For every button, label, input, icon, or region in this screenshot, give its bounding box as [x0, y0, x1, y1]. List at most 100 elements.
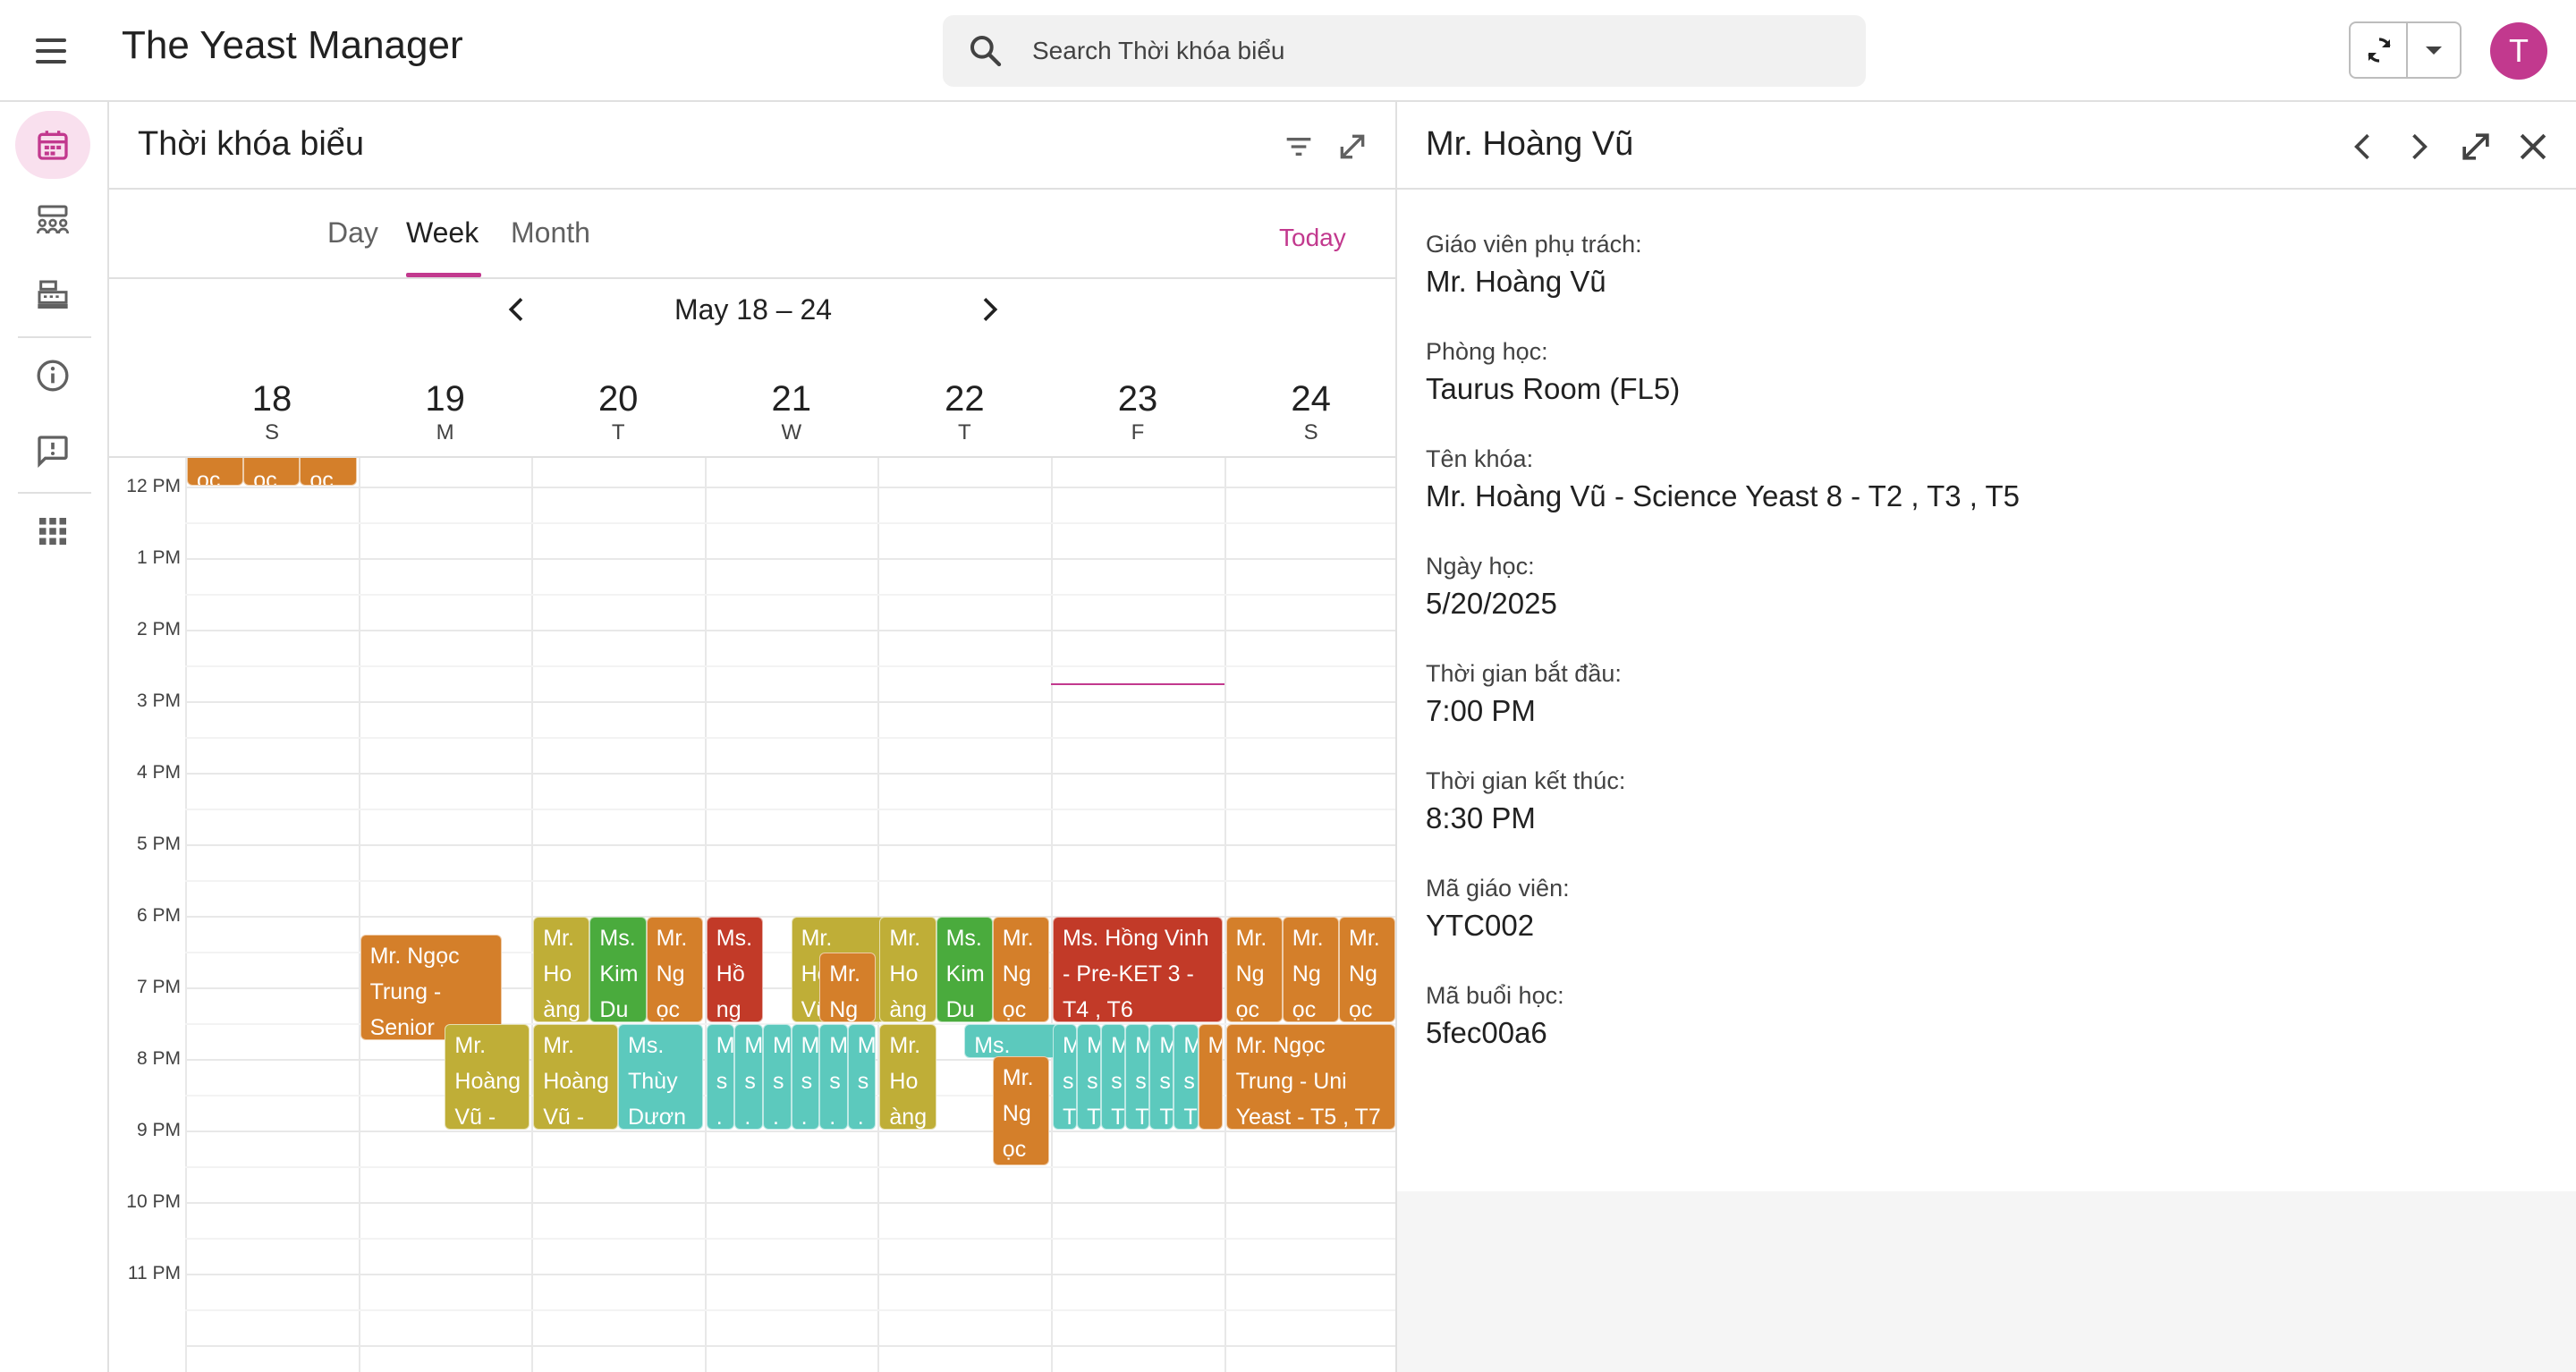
calendar-event[interactable]: Ms. sT — [734, 1024, 763, 1130]
day-letter: W — [781, 420, 802, 445]
calendar-event[interactable]: Mr. Ngọc Trung - Uni Yeast - T5 , T7 — [1225, 1024, 1395, 1130]
calendar-event[interactable]: Ms. Kim Duyên — [589, 917, 647, 1022]
nav-feedback[interactable] — [15, 417, 90, 485]
calendar-event[interactable]: Mr. Hoàng Vũ - — [533, 917, 590, 1022]
nav-info[interactable] — [15, 342, 90, 410]
day-header[interactable]: 23 F — [1051, 377, 1224, 445]
day-header[interactable]: 20 T — [531, 377, 705, 445]
info-icon — [37, 360, 69, 392]
chevron-right-icon[interactable] — [2399, 127, 2438, 166]
expand-icon[interactable] — [2456, 127, 2496, 166]
close-icon[interactable] — [2513, 127, 2553, 166]
tab-week[interactable]: Week — [406, 216, 479, 250]
navigation-rail — [0, 102, 109, 1372]
detail-title: Mr. Hoàng Vũ — [1426, 125, 1634, 163]
day-header[interactable]: 21 W — [705, 377, 878, 445]
day-letter: M — [436, 420, 454, 445]
calendar-event[interactable]: Ms. sT — [706, 1024, 735, 1130]
chevron-left-icon[interactable] — [499, 292, 535, 327]
calendar-event[interactable]: M s T — [1149, 1024, 1174, 1130]
calendar-event[interactable]: Ms. Hồng Vinh — [706, 917, 763, 1022]
half-hour-gridline — [185, 522, 1395, 524]
calendar-header: Thời khóa biểu — [109, 102, 1395, 190]
current-time-indicator — [1051, 683, 1224, 685]
field-label: Tên khóa: — [1426, 445, 1534, 472]
day-header[interactable]: 18 S — [185, 377, 359, 445]
calendar-event[interactable]: Ms. Hồng Vinh - Pre-KET 3 - T4 , T6 — [1053, 917, 1223, 1022]
nav-calendar[interactable] — [15, 111, 90, 179]
calendar-event[interactable]: Ms. sT — [791, 1024, 820, 1130]
search-bar[interactable] — [943, 15, 1866, 87]
view-tabs: Day Week Month Today — [109, 190, 1395, 279]
calendar-event[interactable]: Ms. Thùy Dương — [618, 1024, 703, 1130]
hour-label: 12 PM — [126, 476, 181, 496]
detail-header: Mr. Hoàng Vũ — [1397, 102, 2576, 190]
nav-classroom[interactable] — [15, 186, 90, 254]
filter-icon[interactable] — [1281, 129, 1317, 165]
nav-apps[interactable] — [15, 497, 90, 565]
field-value: 7:00 PM — [1426, 694, 1536, 727]
calendar-event[interactable]: M s T — [1125, 1024, 1150, 1130]
day-letter: F — [1131, 420, 1145, 445]
search-input[interactable] — [1032, 15, 1837, 87]
feedback-icon — [38, 436, 68, 469]
calendar-event[interactable]: Ms. sT — [763, 1024, 792, 1130]
day-letter: S — [1303, 420, 1318, 445]
half-hour-gridline — [185, 665, 1395, 667]
hour-label: 8 PM — [136, 1048, 181, 1069]
hour-gridline — [185, 558, 1395, 560]
calendar-event[interactable]: Ngọc Trung — [243, 458, 301, 486]
avatar[interactable]: T — [2490, 22, 2547, 80]
day-number: 21 — [771, 379, 812, 419]
nav-register[interactable] — [15, 261, 90, 329]
day-header[interactable]: 22 T — [877, 377, 1051, 445]
calendar-event[interactable]: Ms. sT — [819, 1024, 848, 1130]
calendar-event[interactable]: M s T — [1077, 1024, 1102, 1130]
calendar-event[interactable]: Ms. Kim Duyên — [936, 917, 993, 1022]
sync-dropdown-button[interactable] — [2408, 23, 2460, 77]
calendar-event[interactable]: Mr. Ngọc — [992, 1056, 1049, 1165]
half-hour-gridline — [185, 1238, 1395, 1240]
calendar-event[interactable]: Ngọc Trung — [187, 458, 244, 486]
calendar-event[interactable]: Mr. Hoàng Vũ - — [879, 917, 936, 1022]
day-number: 19 — [425, 379, 465, 419]
menu-icon[interactable] — [30, 30, 72, 72]
chevron-right-icon[interactable] — [971, 292, 1007, 327]
tab-day[interactable]: Day — [327, 216, 378, 250]
calendar-event[interactable]: M — [1198, 1024, 1223, 1130]
calendar-event[interactable]: M s T — [1053, 1024, 1078, 1130]
chevron-left-icon[interactable] — [2343, 127, 2383, 166]
hour-label: 2 PM — [136, 619, 181, 639]
calendar-event[interactable]: Mr. Ngọc Trung — [1282, 917, 1339, 1022]
search-icon — [970, 36, 1002, 67]
day-header[interactable]: 19 M — [359, 377, 532, 445]
calendar-event[interactable]: Mr. Hoàng Vũ - Science Yeast 8 — [533, 1024, 618, 1130]
calendar-event[interactable]: Mr. Ngọc — [819, 953, 877, 1022]
calendar-panel: Thời khóa biểu Day Week Month Today May … — [109, 102, 1397, 1372]
day-headers: 18 S 19 M 20 T 21 W 22 T 23 F 24 S — [185, 377, 1395, 458]
calendar-title: Thời khóa biểu — [138, 125, 365, 163]
tab-month[interactable]: Month — [511, 216, 590, 250]
sync-button[interactable] — [2351, 23, 2408, 77]
expand-icon[interactable] — [1335, 129, 1370, 165]
calendar-event[interactable]: Mr. Hoàng Vũ - — [879, 1024, 936, 1130]
calendar-icon — [38, 131, 68, 160]
hour-label: 5 PM — [136, 834, 181, 854]
half-hour-gridline — [185, 880, 1395, 882]
field-label: Thời gian kết thúc: — [1426, 767, 1626, 794]
calendar-event[interactable]: Mr. Ngọc — [1339, 917, 1395, 1022]
calendar-event[interactable]: Ngọc — [300, 458, 357, 486]
calendar-event[interactable]: Mr. Ngọc Trung — [1225, 917, 1283, 1022]
calendar-event[interactable]: Mr. Ngọc — [992, 917, 1049, 1022]
calendar-event[interactable]: M s T — [1174, 1024, 1199, 1130]
day-header[interactable]: 24 S — [1224, 377, 1395, 445]
calendar-event[interactable]: Ms. sT — [847, 1024, 877, 1130]
calendar-event[interactable]: Mr. Ngọc — [646, 917, 703, 1022]
calendar-event[interactable]: Ms. Thùy Dương — [964, 1024, 1059, 1058]
hour-gridline — [185, 1274, 1395, 1275]
calendar-event[interactable]: M s T — [1101, 1024, 1126, 1130]
calendar-event[interactable]: Mr. Hoàng Vũ - — [445, 1024, 530, 1130]
today-button[interactable]: Today — [1279, 224, 1346, 252]
field-label: Ngày học: — [1426, 553, 1535, 580]
hour-gridline — [185, 1202, 1395, 1204]
